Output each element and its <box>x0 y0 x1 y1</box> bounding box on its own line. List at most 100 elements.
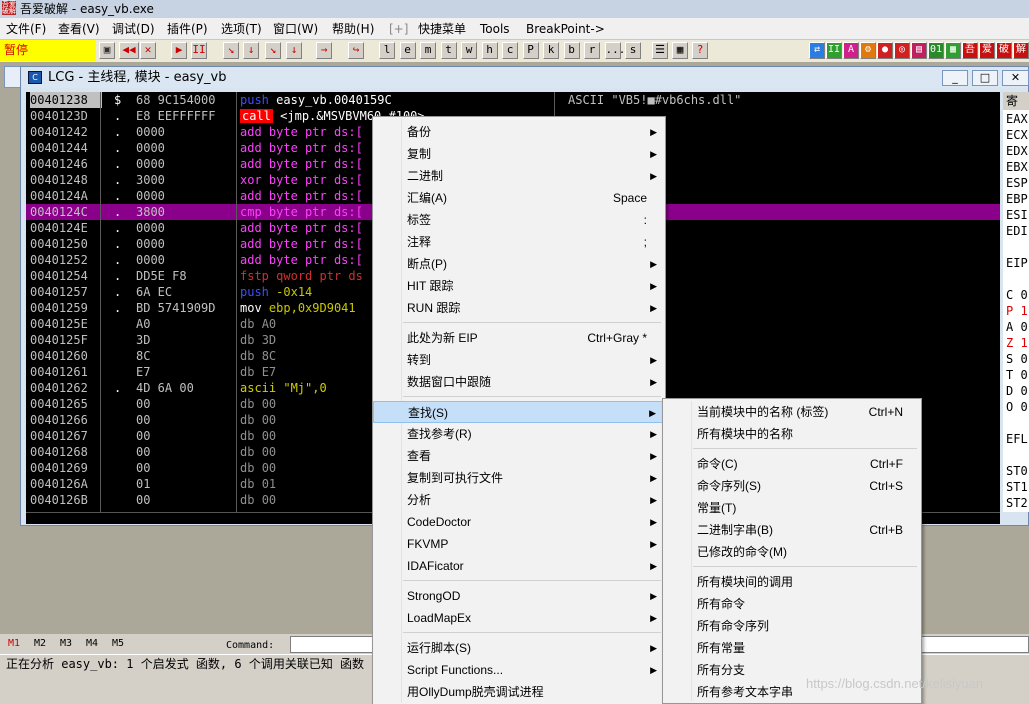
menu-item[interactable]: 数据窗口中跟随 ▶ <box>373 371 665 393</box>
menu-item[interactable]: 所有命令序列 <box>663 615 921 637</box>
menu-item[interactable]: 转到 ▶ <box>373 349 665 371</box>
execute-till-return-icon[interactable]: → <box>316 42 332 59</box>
menu-item-10[interactable]: BreakPoint-> <box>526 21 605 37</box>
row-opcode: add <box>240 189 262 203</box>
menu-item-9[interactable]: Tools <box>480 21 510 37</box>
menu-item[interactable]: HIT 跟踪 ▶ <box>373 275 665 297</box>
menu-item[interactable]: 标签: <box>373 209 665 231</box>
menu-item[interactable]: 汇编(A) Space <box>373 187 665 209</box>
step-over-icon[interactable]: ↓ <box>243 42 259 59</box>
menu-item[interactable]: 用OllyDump脱壳调试进程 <box>373 681 665 703</box>
trace-into-icon[interactable]: ↘ <box>265 42 281 59</box>
menu-item[interactable]: RUN 跟踪 ▶ <box>373 297 665 319</box>
close-window-button[interactable]: ✕ <box>1002 70 1029 86</box>
letter-button-6[interactable]: c <box>502 42 518 59</box>
menu-item-1[interactable]: 查看(V) <box>58 21 100 37</box>
target-plugin-icon[interactable]: ◎ <box>894 42 910 59</box>
refresh-icon[interactable]: ⇄ <box>809 42 825 59</box>
menu-item-6[interactable]: 帮助(H) <box>332 21 374 37</box>
restart-icon[interactable]: ◀◀ <box>119 42 139 59</box>
menu-item[interactable]: IDAFicator ▶ <box>373 555 665 577</box>
menu-item[interactable]: Script Functions... ▶ <box>373 659 665 681</box>
menu-item[interactable]: 命令序列(S) Ctrl+S <box>663 475 921 497</box>
maximize-button[interactable]: □ <box>972 70 998 86</box>
menu-item-7: [+] <box>389 22 409 36</box>
letter-button-0[interactable]: l <box>379 42 395 59</box>
menu-item[interactable]: CodeDoctor ▶ <box>373 511 665 533</box>
menu-item-8[interactable]: 快捷菜单 <box>418 21 466 37</box>
menu-item-5[interactable]: 窗口(W) <box>273 21 318 37</box>
menu-item[interactable]: 分析 ▶ <box>373 489 665 511</box>
menu-item[interactable]: FKVMP ▶ <box>373 533 665 555</box>
memory-tab-4[interactable]: M4 <box>86 638 98 649</box>
wu-plugin-icon[interactable]: 吾 <box>962 42 978 59</box>
letter-button-5[interactable]: h <box>481 42 498 59</box>
menu-item[interactable]: 查找(S) ▶ <box>373 401 665 423</box>
menu-item[interactable]: 已修改的命令(M) <box>663 541 921 563</box>
po-plugin-icon[interactable]: 破 <box>996 42 1012 59</box>
row-instruction: db 00 <box>240 428 276 444</box>
row-opcode: db <box>240 461 255 475</box>
registers-pane[interactable]: EAX ECX EDX EBX ESP EBP ESI EDI EIP C 0 P 1 A 0 Z 1 S… <box>1003 92 1029 512</box>
memory-tab-1[interactable]: M1 <box>8 638 20 649</box>
stop-plugin-icon[interactable]: ● <box>877 42 893 59</box>
step-into-icon[interactable]: ↘ <box>223 42 239 59</box>
letter-button-1[interactable]: e <box>399 42 416 59</box>
gear-plugin-icon[interactable]: ⚙ <box>860 42 876 59</box>
menu-item[interactable]: 所有命令 <box>663 593 921 615</box>
close-icon[interactable]: ✕ <box>140 42 156 59</box>
pause-plugin-icon[interactable]: II <box>826 42 842 59</box>
calc-plugin-icon[interactable]: ▤ <box>911 42 927 59</box>
ai-plugin-icon[interactable]: 爱 <box>979 42 995 59</box>
letter-button-12[interactable]: s <box>625 42 641 59</box>
goto-icon[interactable]: ↪ <box>348 42 364 59</box>
pause-icon[interactable]: II <box>191 42 207 59</box>
memory-tab-3[interactable]: M3 <box>60 638 72 649</box>
binary-plugin-icon[interactable]: 01 <box>928 42 944 59</box>
letter-button-2[interactable]: m <box>420 42 436 59</box>
menu-item[interactable]: 所有常量 <box>663 637 921 659</box>
menu-item[interactable]: 此处为新 EIP Ctrl+Gray * <box>373 327 665 349</box>
grid-plugin-icon[interactable]: ▦ <box>945 42 961 59</box>
trace-over-icon[interactable]: ↓ <box>286 42 302 59</box>
menu-item[interactable]: 查看 ▶ <box>373 445 665 467</box>
menu-item[interactable]: 复制到可执行文件 ▶ <box>373 467 665 489</box>
menu-item-4[interactable]: 选项(T) <box>221 21 262 37</box>
disasm-row[interactable]: 00401238 $68 9C154000 push easy_vb.0040159… <box>26 92 1000 108</box>
menu-item[interactable]: StrongOD ▶ <box>373 585 665 607</box>
menu-item[interactable]: 二进制 ▶ <box>373 165 665 187</box>
letter-button-4[interactable]: w <box>461 42 477 59</box>
letter-button-7[interactable]: P <box>522 42 539 59</box>
options-icon[interactable]: ▦ <box>672 42 688 59</box>
menu-item[interactable]: 备份 ▶ <box>373 121 665 143</box>
letter-button-8[interactable]: k <box>543 42 559 59</box>
menu-item[interactable]: 复制 ▶ <box>373 143 665 165</box>
menu-item[interactable]: 所有模块间的调用 <box>663 571 921 593</box>
menu-item[interactable]: 断点(P) ▶ <box>373 253 665 275</box>
memory-tab-2[interactable]: M2 <box>34 638 46 649</box>
list-icon[interactable]: ☰ <box>652 42 668 59</box>
menu-item-2[interactable]: 调试(D) <box>112 21 155 37</box>
minimize-button[interactable]: _ <box>942 70 968 86</box>
menu-item[interactable]: 常量(T) <box>663 497 921 519</box>
letter-button-3[interactable]: t <box>440 42 457 59</box>
open-icon[interactable]: ▣ <box>99 42 115 59</box>
letter-button-9[interactable]: b <box>563 42 580 59</box>
menu-item[interactable]: 所有模块中的名称 <box>663 423 921 445</box>
menu-item[interactable]: 二进制字串(B) Ctrl+B <box>663 519 921 541</box>
menu-item-0[interactable]: 文件(F) <box>6 21 46 37</box>
memory-tab-5[interactable]: M5 <box>112 638 124 649</box>
menu-item[interactable]: 当前模块中的名称 (标签) Ctrl+N <box>663 401 921 423</box>
help-icon[interactable]: ? <box>692 42 708 59</box>
menu-item-3[interactable]: 插件(P) <box>167 21 208 37</box>
menu-item[interactable]: 运行脚本(S) ▶ <box>373 637 665 659</box>
letter-button-10[interactable]: r <box>584 42 600 59</box>
menu-item[interactable]: 注释; <box>373 231 665 253</box>
menu-item[interactable]: 查找参考(R) ▶ <box>373 423 665 445</box>
jie-plugin-icon[interactable]: 解 <box>1013 42 1029 59</box>
a-plugin-icon[interactable]: A <box>843 42 859 59</box>
menu-item[interactable]: LoadMapEx ▶ <box>373 607 665 629</box>
run-icon[interactable]: ▶ <box>171 42 187 59</box>
menu-item[interactable]: 命令(C) Ctrl+F <box>663 453 921 475</box>
letter-button-11[interactable]: ... <box>604 42 625 59</box>
